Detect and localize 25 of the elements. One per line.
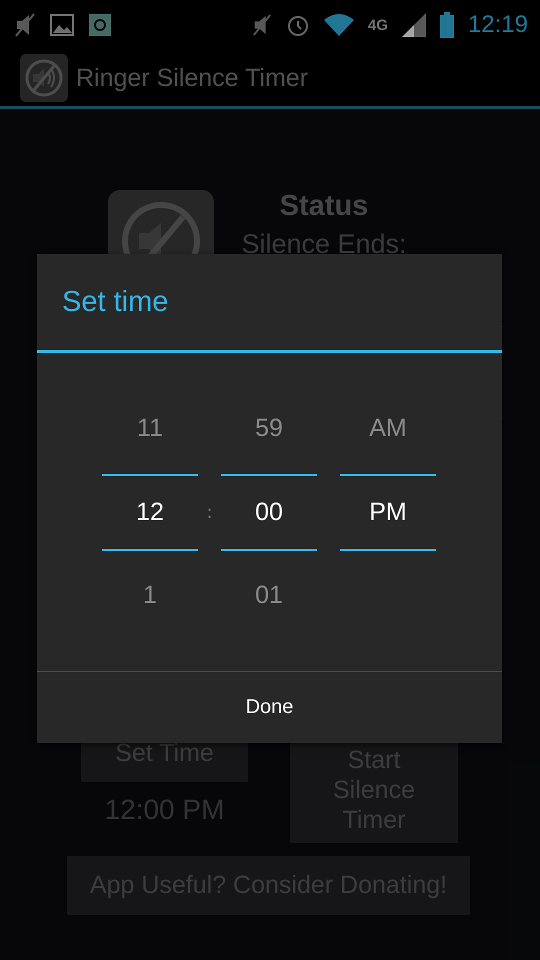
picker-value[interactable]: PM <box>369 498 407 526</box>
picker-value[interactable]: 12 <box>136 498 164 526</box>
picker-option[interactable]: 01 <box>255 581 283 610</box>
time-separator: : <box>205 502 214 522</box>
muted-speaker-icon <box>26 60 62 96</box>
battery-icon <box>440 12 454 38</box>
picker-option[interactable]: 1 <box>143 581 157 610</box>
network-type: 4G <box>368 16 388 34</box>
wifi-icon <box>324 14 354 36</box>
picker-option[interactable]: 59 <box>255 414 283 443</box>
muted-icon <box>252 13 272 37</box>
dialog-title: Set time <box>62 286 168 318</box>
status-heading: Status <box>280 190 368 223</box>
signal-icon <box>402 13 426 37</box>
picker-option[interactable]: 11 <box>137 414 163 443</box>
clock: 12:19 <box>468 11 528 39</box>
alarm-icon <box>286 13 310 37</box>
muted-speaker-icon <box>108 190 214 254</box>
done-button[interactable]: Done <box>37 671 502 743</box>
picker-option[interactable]: AM <box>369 414 407 443</box>
app-title: Ringer Silence Timer <box>76 64 308 92</box>
email-icon <box>88 13 112 37</box>
muted-icon <box>14 12 36 38</box>
image-icon <box>50 14 74 36</box>
picker-value[interactable]: 00 <box>255 498 283 526</box>
